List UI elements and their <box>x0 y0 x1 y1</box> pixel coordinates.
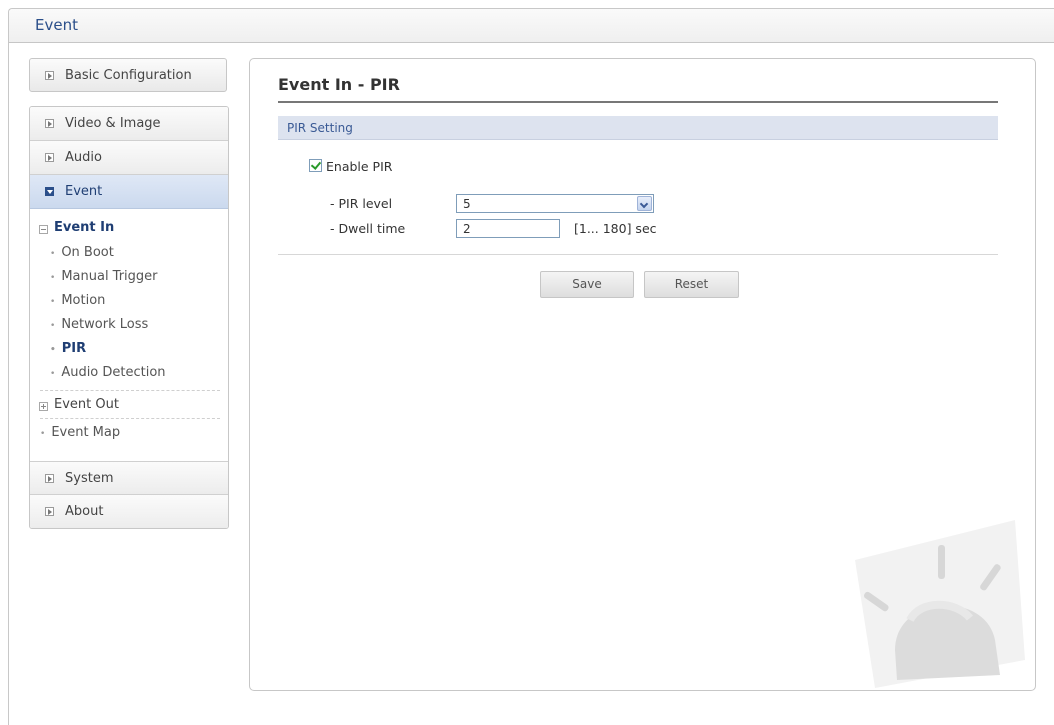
nav-label: About <box>65 504 104 519</box>
main-panel: Event In - PIR PIR Setting Enable PIR - … <box>249 58 1036 691</box>
sidebar-item-audio-detection[interactable]: • Audio Detection <box>50 365 166 380</box>
bullet-icon: • <box>50 297 56 307</box>
sidebar-item-label: Audio Detection <box>61 365 166 380</box>
bullet-icon: • <box>50 345 56 355</box>
nav-group: Video & Image Audio Event Event In • On B… <box>29 106 229 529</box>
page-header-title: Event <box>35 16 78 34</box>
divider <box>40 390 220 391</box>
section-title: PIR Setting <box>287 121 353 135</box>
nav-label: System <box>65 471 114 486</box>
nav-label: Basic Configuration <box>65 68 192 83</box>
nav-basic-configuration[interactable]: Basic Configuration <box>29 58 227 92</box>
bullet-icon: • <box>50 321 56 331</box>
reset-button[interactable]: Reset <box>644 271 739 298</box>
sidebar-item-label: PIR <box>61 341 87 356</box>
nav-about[interactable]: About <box>30 495 228 528</box>
nav-video-image[interactable]: Video & Image <box>30 107 228 141</box>
tree-minus-icon[interactable] <box>39 225 48 234</box>
divider <box>40 418 220 419</box>
arrow-box-icon <box>45 119 54 128</box>
dwell-time-label: - Dwell time <box>330 221 406 236</box>
bullet-icon: • <box>40 429 46 439</box>
enable-pir-checkbox[interactable] <box>309 159 322 172</box>
arrow-box-icon <box>45 71 54 80</box>
sidebar-item-manual-trigger[interactable]: • Manual Trigger <box>50 269 158 284</box>
section-header: PIR Setting <box>278 116 998 140</box>
enable-pir-label: Enable PIR <box>326 159 393 174</box>
title-bar: Event <box>9 9 1054 43</box>
arrow-box-icon <box>45 507 54 516</box>
arrow-box-icon <box>45 474 54 483</box>
dwell-time-range: [1... 180] sec <box>574 221 657 236</box>
tree-event-in[interactable]: Event In <box>54 220 114 235</box>
arrow-down-box-icon <box>45 187 54 196</box>
dwell-time-input[interactable] <box>456 219 560 238</box>
nav-label: Audio <box>65 150 102 165</box>
save-button[interactable]: Save <box>540 271 634 298</box>
page-title: Event In - PIR <box>278 75 400 94</box>
bullet-icon: • <box>50 369 56 379</box>
title-underline <box>278 101 998 103</box>
chevron-down-icon[interactable] <box>637 196 652 211</box>
divider <box>278 254 998 255</box>
sidebar-item-on-boot[interactable]: • On Boot <box>50 245 114 260</box>
sidebar-item-label: Manual Trigger <box>61 269 158 284</box>
nav-label: Event <box>65 184 103 199</box>
nav-label: Video & Image <box>65 116 161 131</box>
nav-system[interactable]: System <box>30 461 228 495</box>
sidebar-item-label: Motion <box>61 293 106 308</box>
bullet-icon: • <box>50 273 56 283</box>
sidebar-item-label: Network Loss <box>61 317 149 332</box>
sidebar-item-motion[interactable]: • Motion <box>50 293 105 308</box>
tree-plus-icon[interactable] <box>39 402 48 411</box>
bullet-icon: • <box>50 249 56 259</box>
nav-event[interactable]: Event <box>30 175 228 209</box>
sidebar-item-label: On Boot <box>61 245 114 260</box>
pir-level-select[interactable]: 5 <box>456 194 654 213</box>
pir-level-value: 5 <box>463 197 471 211</box>
sidebar-item-network-loss[interactable]: • Network Loss <box>50 317 148 332</box>
pir-level-label: - PIR level <box>330 196 393 211</box>
sidebar-item-label: Event Map <box>51 425 121 440</box>
nav-audio[interactable]: Audio <box>30 141 228 175</box>
sidebar-item-event-map[interactable]: • Event Map <box>40 425 120 440</box>
alarm-light-icon <box>855 520 1025 688</box>
tree-event-out[interactable]: Event Out <box>54 397 119 412</box>
arrow-box-icon <box>45 153 54 162</box>
sidebar-item-pir[interactable]: • PIR <box>50 341 86 356</box>
